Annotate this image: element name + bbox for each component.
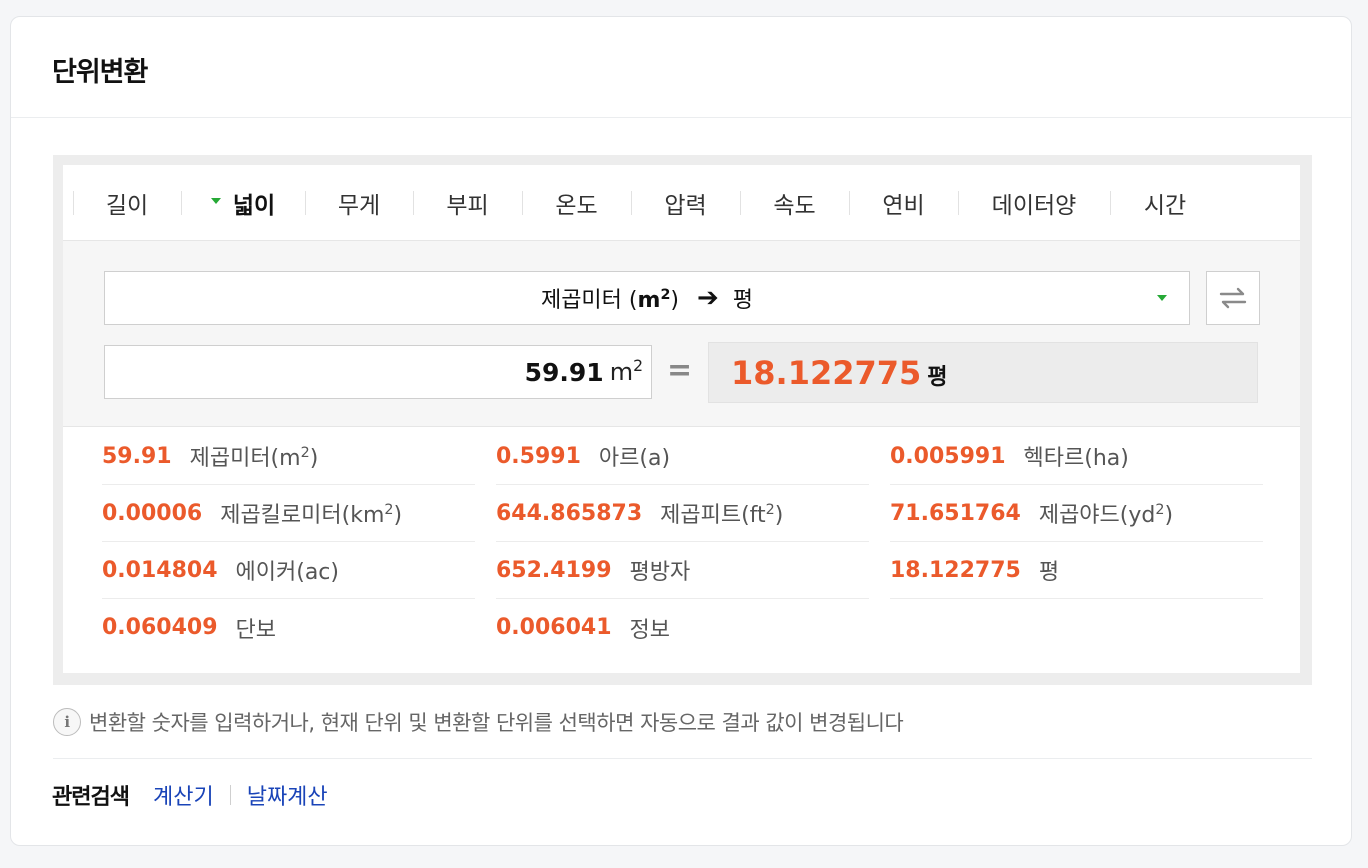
result-item-unit: 제곱미터(m2) xyxy=(189,445,319,471)
swap-button[interactable] xyxy=(1206,271,1260,325)
result-item-unit: 단보 xyxy=(235,617,276,643)
tab-label: 시간 xyxy=(1143,192,1187,219)
result-item-unit: 평방자 xyxy=(629,560,691,585)
tab-label: 무게 xyxy=(337,192,381,219)
unit-pair-select[interactable]: 제곱미터 (m2) ➔ 평 xyxy=(104,271,1190,325)
result-item: 0.006041 정보 xyxy=(496,599,869,656)
result-unit: 평 xyxy=(927,364,948,390)
calc-area: 제곱미터 (m2) ➔ 평 59.91 m2 = 18.122775 평 xyxy=(63,241,1300,427)
equals-sign: = xyxy=(667,353,693,388)
tab-label: 길이 xyxy=(105,192,149,219)
active-indicator-icon xyxy=(210,197,221,204)
result-item-unit: 제곱피트(ft2) xyxy=(660,502,784,528)
category-tabs: 길이 넓이 무게 부피 온도 압력 속도 연비 데이터양 시간 xyxy=(63,165,1300,241)
result-item: 0.5991 아르(a) xyxy=(496,428,869,485)
result-item-value: 18.122775 xyxy=(890,557,1021,583)
tab-8[interactable]: 데이터양 xyxy=(958,165,1110,241)
result-item-unit: 정보 xyxy=(629,617,670,643)
input-unit: m2 xyxy=(609,357,643,386)
related-label: 관련검색 xyxy=(52,785,130,810)
result-item: 0.014804 에이커(ac) xyxy=(102,542,475,599)
tab-label: 부피 xyxy=(446,192,489,219)
swap-icon xyxy=(1219,287,1247,309)
result-item-value: 0.005991 xyxy=(890,443,1006,469)
tab-2[interactable]: 무게 xyxy=(305,165,413,241)
result-item-value: 0.00006 xyxy=(102,500,203,526)
tab-4[interactable]: 온도 xyxy=(522,165,631,241)
result-item-unit: 에이커(ac) xyxy=(235,560,339,585)
result-item: 71.651764 제곱야드(yd2) xyxy=(890,485,1263,542)
result-item-value: 0.5991 xyxy=(496,443,581,469)
result-item-value: 71.651764 xyxy=(890,500,1021,526)
tab-6[interactable]: 속도 xyxy=(740,165,849,241)
arrow-right-icon: ➔ xyxy=(696,283,719,313)
notice: i 변환할 숫자를 입력하거나, 현재 단위 및 변환할 단위를 선택하면 자동… xyxy=(53,707,904,737)
tab-label: 넓이 xyxy=(232,192,276,219)
tab-7[interactable]: 연비 xyxy=(849,165,958,241)
result-item-unit: 헥타르(ha) xyxy=(1023,446,1129,471)
input-value: 59.91 xyxy=(524,357,604,387)
tab-label: 압력 xyxy=(664,192,707,219)
result-item-value: 652.4199 xyxy=(496,557,612,583)
result-value: 18.122775 xyxy=(731,353,922,392)
result-row: 0.00006 제곱킬로미터(km2) 644.865873 제곱피트(ft2) 71.… xyxy=(102,485,1265,542)
link-separator xyxy=(229,785,231,805)
related-link-calculator[interactable]: 계산기 xyxy=(153,779,214,811)
chevron-down-icon xyxy=(1157,295,1167,301)
result-field: 18.122775 평 xyxy=(708,342,1258,403)
result-item: 0.00006 제곱킬로미터(km2) xyxy=(102,485,475,542)
result-item: 0.005991 헥타르(ha) xyxy=(890,428,1263,485)
result-item-value: 644.865873 xyxy=(496,500,643,526)
related-link-date-calc[interactable]: 날짜계산 xyxy=(247,779,328,811)
tab-label: 데이터양 xyxy=(991,192,1077,219)
result-item-unit: 제곱야드(yd2) xyxy=(1038,502,1174,528)
tab-label: 속도 xyxy=(773,192,816,219)
tab-0[interactable]: 길이 xyxy=(73,165,181,241)
converter-inner: 길이 넓이 무게 부피 온도 압력 속도 연비 데이터양 시간 제곱미터 (m2) ➔ 평 59.… xyxy=(63,165,1300,673)
tab-label: 연비 xyxy=(882,192,925,219)
value-input[interactable]: 59.91 m2 xyxy=(104,345,652,399)
to-unit: 평 xyxy=(732,288,754,313)
result-item: 59.91 제곱미터(m2) xyxy=(102,428,475,485)
info-icon: i xyxy=(53,708,81,736)
result-item-value: 0.060409 xyxy=(102,615,218,640)
result-item-value: 59.91 xyxy=(102,443,172,469)
tab-1[interactable]: 넓이 xyxy=(181,165,305,241)
result-row: 59.91 제곱미터(m2) 0.5991 아르(a) 0.005991 헥타르(ha) xyxy=(102,428,1265,485)
result-item: 0.060409 단보 xyxy=(102,599,475,656)
unit-converter-card: 단위변환 길이 넓이 무게 부피 온도 압력 속도 연비 데이터양 시간 제곱미터 (m2) ➔ … xyxy=(10,16,1352,846)
result-item-unit: 아르(a) xyxy=(598,446,671,471)
from-unit: 제곱미터 (m2) xyxy=(540,287,679,313)
result-item-value: 0.014804 xyxy=(102,557,218,583)
result-item-value: 0.006041 xyxy=(496,615,612,640)
tab-3[interactable]: 부피 xyxy=(413,165,522,241)
divider xyxy=(53,758,1312,759)
result-item: 652.4199 평방자 xyxy=(496,542,869,599)
tab-label: 온도 xyxy=(555,192,598,219)
page-title: 단위변환 xyxy=(11,17,1351,118)
result-item-unit: 평 xyxy=(1038,560,1060,585)
converter-box: 길이 넓이 무게 부피 온도 압력 속도 연비 데이터양 시간 제곱미터 (m2) ➔ 평 59.… xyxy=(53,155,1312,685)
result-row: 0.060409 단보 0.006041 정보 xyxy=(102,599,1265,656)
result-item: 644.865873 제곱피트(ft2) xyxy=(496,485,869,542)
notice-text: 변환할 숫자를 입력하거나, 현재 단위 및 변환할 단위를 선택하면 자동으로… xyxy=(89,711,904,735)
tab-5[interactable]: 압력 xyxy=(631,165,740,241)
empty-cell xyxy=(890,599,1263,656)
conversion-results-list: 59.91 제곱미터(m2) 0.5991 아르(a) 0.005991 헥타르(ha) 0… xyxy=(102,428,1265,656)
result-row: 0.014804 에이커(ac) 652.4199 평방자 18.122775 평 xyxy=(102,542,1265,599)
result-item-unit: 제곱킬로미터(km2) xyxy=(220,502,403,528)
result-item: 18.122775 평 xyxy=(890,542,1263,599)
related-search: 관련검색 계산기 날짜계산 xyxy=(52,779,328,811)
tab-9[interactable]: 시간 xyxy=(1110,165,1220,241)
